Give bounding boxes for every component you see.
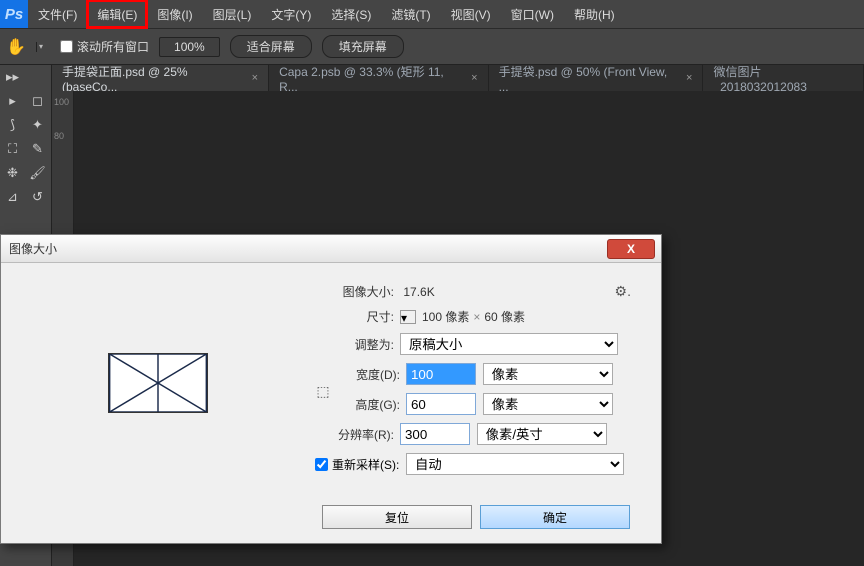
gear-icon[interactable]: ⚙. <box>615 283 631 300</box>
ruler-tick: 100 <box>54 97 69 107</box>
resample-label: 重新采样(S): <box>332 456 399 473</box>
size-label: 图像大小: <box>315 283 400 300</box>
eyedropper-tool[interactable]: ✎ <box>25 137 50 161</box>
blank-tool <box>25 65 50 89</box>
tab-label: 手提袋正面.psd @ 25% (baseCo... <box>62 63 244 94</box>
lasso-tool[interactable]: ⟆ <box>0 113 25 137</box>
menu-type[interactable]: 文字(Y) <box>261 0 321 28</box>
hand-tool-icon: ✋ <box>6 36 26 58</box>
res-label: 分辨率(R): <box>315 426 400 443</box>
menu-file[interactable]: 文件(F) <box>28 0 87 28</box>
close-button[interactable]: X <box>607 239 655 259</box>
menu-layer[interactable]: 图层(L) <box>203 0 262 28</box>
menu-select[interactable]: 选择(S) <box>321 0 381 28</box>
ruler-tick: 80 <box>54 131 64 141</box>
preview-thumbnail <box>108 353 208 413</box>
app-logo: Ps <box>0 0 28 28</box>
resample-checkbox[interactable] <box>315 458 328 471</box>
tab-label: Capa 2.psb @ 33.3% (矩形 11, R... <box>279 63 463 94</box>
close-icon[interactable]: × <box>686 72 692 84</box>
stamp-tool[interactable]: ⊿ <box>0 185 25 209</box>
wand-tool[interactable]: ✦ <box>25 113 50 137</box>
fit-screen-button[interactable]: 适合屏幕 <box>230 35 312 58</box>
res-unit-select[interactable]: 像素/英寸 <box>477 423 607 445</box>
heal-tool[interactable]: ❉ <box>0 161 25 185</box>
ok-button[interactable]: 确定 <box>480 505 630 529</box>
collapse-icon[interactable]: ▸▸ <box>0 65 25 89</box>
size-value: 17.6K <box>403 285 434 299</box>
fill-screen-button[interactable]: 填充屏幕 <box>322 35 404 58</box>
scroll-all-checkbox[interactable]: 滚动所有窗口 <box>60 38 149 55</box>
tab-label: 手提袋.psd @ 50% (Front View, ... <box>499 63 678 94</box>
menu-image[interactable]: 图像(I) <box>147 0 202 28</box>
history-brush-tool[interactable]: ↺ <box>25 185 50 209</box>
tab-0[interactable]: 手提袋正面.psd @ 25% (baseCo... × <box>52 65 269 91</box>
document-tabs: 手提袋正面.psd @ 25% (baseCo... × Capa 2.psb @… <box>52 65 864 91</box>
tab-2[interactable]: 手提袋.psd @ 50% (Front View, ... × <box>489 65 704 91</box>
dim-dropdown-icon[interactable]: ▾ <box>400 310 416 324</box>
dialog-buttons: 复位 确定 <box>291 495 661 543</box>
brush-tool[interactable]: 🖌 <box>25 161 50 185</box>
options-bar: ✋ ▾ 滚动所有窗口 100% 适合屏幕 填充屏幕 <box>0 29 864 65</box>
width-unit-select[interactable]: 像素 <box>483 363 613 385</box>
dialog-title: 图像大小 <box>9 240 57 257</box>
dialog-form: 图像大小: 17.6K ⚙. 尺寸: ▾ 100 像素 × 60 像素 调整为:… <box>315 283 649 483</box>
close-icon[interactable]: × <box>471 72 477 84</box>
dialog-preview <box>13 283 303 483</box>
height-unit-select[interactable]: 像素 <box>483 393 613 415</box>
dim-width: 100 像素 <box>422 308 469 325</box>
move-tool[interactable]: ▸ <box>0 89 25 113</box>
link-icon[interactable]: ⬚ <box>315 383 331 400</box>
reset-button[interactable]: 复位 <box>322 505 472 529</box>
image-size-dialog: 图像大小 X 图像大小: 17.6K ⚙. 尺寸 <box>0 234 662 544</box>
menu-edit[interactable]: 编辑(E) <box>87 0 147 28</box>
scroll-all-label: 滚动所有窗口 <box>77 38 149 55</box>
dim-cross-icon: × <box>473 310 480 324</box>
dialog-titlebar[interactable]: 图像大小 X <box>1 235 661 263</box>
dim-height: 60 像素 <box>484 308 525 325</box>
height-input[interactable] <box>406 393 476 415</box>
scroll-all-check-input[interactable] <box>60 40 73 53</box>
close-icon[interactable]: × <box>252 72 258 84</box>
menu-filter[interactable]: 滤镜(T) <box>381 0 440 28</box>
dialog-body: 图像大小: 17.6K ⚙. 尺寸: ▾ 100 像素 × 60 像素 调整为:… <box>1 263 661 495</box>
tab-3[interactable]: 微信图片_2018032012083 <box>703 65 864 91</box>
dim-label: 尺寸: <box>315 308 400 325</box>
adjust-label: 调整为: <box>315 336 400 353</box>
tab-label: 微信图片_2018032012083 <box>713 63 853 94</box>
zoom-level[interactable]: 100% <box>159 37 220 57</box>
resample-select[interactable]: 自动 <box>406 453 624 475</box>
height-label: 高度(G): <box>337 396 406 413</box>
width-label: 宽度(D): <box>337 366 406 383</box>
res-input[interactable] <box>400 423 470 445</box>
menubar: Ps 文件(F) 编辑(E) 图像(I) 图层(L) 文字(Y) 选择(S) 滤… <box>0 0 864 29</box>
width-input[interactable] <box>406 363 476 385</box>
menu-help[interactable]: 帮助(H) <box>564 0 625 28</box>
adjust-select[interactable]: 原稿大小 <box>400 333 618 355</box>
menu-window[interactable]: 窗口(W) <box>501 0 564 28</box>
tool-preset-dropdown[interactable]: ▾ <box>36 42 50 52</box>
tab-1[interactable]: Capa 2.psb @ 33.3% (矩形 11, R... × <box>269 65 489 91</box>
menu-view[interactable]: 视图(V) <box>441 0 501 28</box>
crop-tool[interactable]: ⛶ <box>0 137 25 161</box>
marquee-tool[interactable]: ◻ <box>25 89 50 113</box>
